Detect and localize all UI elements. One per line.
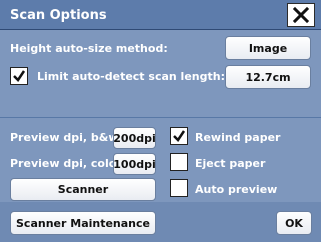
- auto-preview-checkbox[interactable]: [170, 179, 188, 197]
- close-icon: [292, 6, 310, 24]
- ok-button[interactable]: OK: [276, 211, 312, 235]
- scanner-maintenance-button[interactable]: Scanner Maintenance: [10, 211, 156, 235]
- checkmark-icon: [173, 130, 186, 142]
- preview-dpi-color-button[interactable]: 100dpi: [113, 153, 156, 175]
- dialog-title: Scan Options: [10, 8, 107, 23]
- scan-length-button[interactable]: 12.7cm: [225, 65, 311, 89]
- limit-auto-detect-checkbox[interactable]: [10, 67, 28, 85]
- scanner-button[interactable]: Scanner: [10, 178, 156, 201]
- preview-dpi-bw-button[interactable]: 200dpi: [113, 127, 156, 149]
- scan-options-dialog: Scan Options Height auto-size method: Im…: [0, 0, 321, 242]
- height-auto-size-label: Height auto-size method:: [10, 42, 168, 55]
- height-auto-size-button[interactable]: Image: [225, 36, 311, 60]
- title-bar: Scan Options: [0, 0, 321, 30]
- section-divider: [0, 117, 321, 118]
- eject-paper-label: Eject paper: [195, 157, 266, 170]
- rewind-paper-label: Rewind paper: [195, 131, 281, 144]
- checkmark-icon: [13, 70, 26, 82]
- limit-auto-detect-label: Limit auto-detect scan length:: [37, 70, 225, 83]
- auto-preview-label: Auto preview: [195, 183, 278, 196]
- eject-paper-checkbox[interactable]: [170, 153, 188, 171]
- rewind-paper-checkbox[interactable]: [170, 127, 188, 145]
- close-button[interactable]: [287, 3, 315, 27]
- preview-dpi-bw-label: Preview dpi, b&w:: [10, 131, 123, 144]
- preview-dpi-color-label: Preview dpi, color:: [10, 157, 127, 170]
